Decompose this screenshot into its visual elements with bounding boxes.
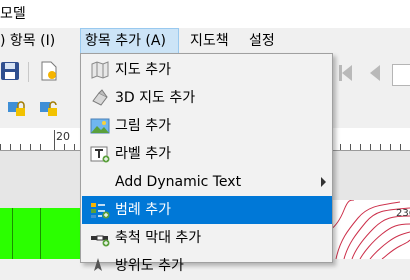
previous-feature-icon[interactable] — [336, 62, 358, 84]
menu-add-dynamic-text[interactable]: Add Dynamic Text — [82, 168, 332, 196]
menu-add-north-arrow[interactable]: 방위도 추가 — [82, 252, 332, 280]
window-title: 모델 — [0, 6, 26, 22]
menu-label: 지도 추가 — [115, 62, 171, 78]
menu-item-settings[interactable]: 설정 — [249, 28, 275, 54]
previous-icon[interactable] — [364, 62, 386, 84]
contour-map[interactable]: 236 — [330, 200, 410, 259]
label-icon — [90, 145, 110, 163]
menu-add-scalebar[interactable]: 축척 막대 추가 — [82, 224, 332, 252]
menu-add-map[interactable]: 지도 추가 — [82, 56, 332, 84]
title-bar: 모델 — [0, 0, 410, 28]
submenu-arrow-icon — [321, 177, 326, 187]
scalebar-icon — [90, 229, 110, 247]
legend-icon — [90, 201, 110, 219]
menu-label: 축척 막대 추가 — [115, 230, 202, 246]
menu-label: 방위도 추가 — [115, 258, 184, 274]
map-icon — [90, 61, 110, 79]
menu-item-items[interactable]: ) 항목 (I) — [0, 28, 55, 54]
menu-add-3d-map[interactable]: 3D 지도 추가 — [82, 84, 332, 112]
menu-add-label[interactable]: 라벨 추가 — [82, 140, 332, 168]
menu-item-atlas[interactable]: 지도책 — [190, 28, 229, 54]
unlock-items-icon[interactable] — [38, 98, 60, 120]
3d-map-icon — [90, 89, 110, 107]
north-arrow-icon — [90, 257, 110, 275]
menu-label: Add Dynamic Text — [115, 174, 242, 190]
menu-add-legend[interactable]: 범례 추가 — [82, 196, 332, 224]
atlas-page-field[interactable] — [392, 64, 410, 86]
new-page-icon[interactable] — [38, 60, 60, 82]
menu-item-add-item[interactable]: 항목 추가 (A) — [80, 28, 179, 54]
save-icon[interactable] — [0, 60, 22, 82]
menu-bar: ) 항목 (I) 항목 추가 (A) 지도책 설정 — [0, 28, 410, 54]
toolbar-separator — [28, 62, 29, 82]
lock-items-icon[interactable] — [6, 98, 28, 120]
menu-label: 라벨 추가 — [115, 146, 171, 162]
add-item-dropdown: 지도 추가 3D 지도 추가 그림 추가 라벨 추가 Add Dynamic T… — [80, 53, 333, 274]
menu-label: 3D 지도 추가 — [115, 90, 196, 106]
menu-add-picture[interactable]: 그림 추가 — [82, 112, 332, 140]
menu-label: 범례 추가 — [115, 202, 171, 218]
ruler-tick-label: 20 — [56, 130, 70, 143]
picture-icon — [90, 117, 110, 135]
contour-label: 236 — [396, 208, 410, 219]
menu-label: 그림 추가 — [115, 118, 171, 134]
